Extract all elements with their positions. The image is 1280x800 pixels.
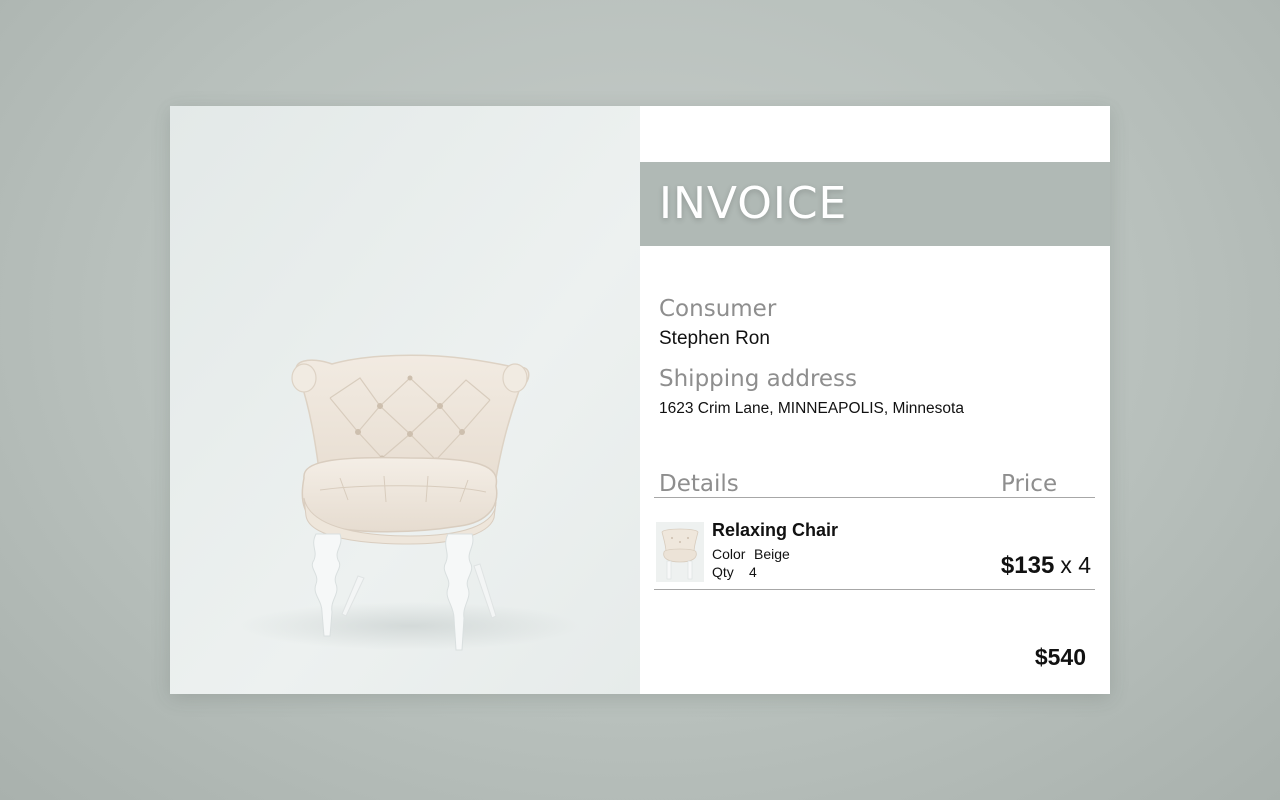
chair-thumbnail	[656, 522, 704, 582]
consumer-name: Stephen Ron	[659, 328, 770, 349]
invoice-title: INVOICE	[659, 178, 848, 229]
item-qty: Qty 4	[712, 564, 757, 580]
item-name: Relaxing Chair	[712, 520, 839, 540]
invoice-card: INVOICE Consumer Stephen Ron Shipping ad…	[170, 106, 1110, 694]
invoice-total: $540	[1034, 644, 1086, 670]
item-color-value: Beige	[754, 546, 790, 562]
item-unit-price: $135	[1000, 552, 1055, 579]
invoice-panel: INVOICE Consumer Stephen Ron Shipping ad…	[640, 106, 1110, 694]
item-color-label: Color	[712, 546, 746, 562]
consumer-label: Consumer	[659, 296, 777, 322]
item-divider	[654, 589, 1095, 590]
details-header: Details	[659, 471, 739, 497]
item-qty-value: 4	[749, 564, 757, 580]
header-divider	[654, 497, 1095, 498]
invoice-banner: INVOICE	[640, 162, 1110, 246]
armchair-image	[170, 106, 640, 694]
shipping-label: Shipping address	[659, 366, 858, 392]
price-header: Price	[1001, 471, 1058, 497]
product-photo	[170, 106, 640, 694]
item-price: $135 x 4	[1001, 552, 1091, 580]
item-qty-label: Qty	[712, 564, 734, 580]
chair-thumbnail-image	[656, 522, 704, 582]
shipping-address: 1623 Crim Lane, MINNEAPOLIS, Minnesota	[659, 400, 964, 417]
item-multiplier: x 4	[1060, 552, 1091, 578]
item-color: Color Beige	[712, 546, 790, 562]
